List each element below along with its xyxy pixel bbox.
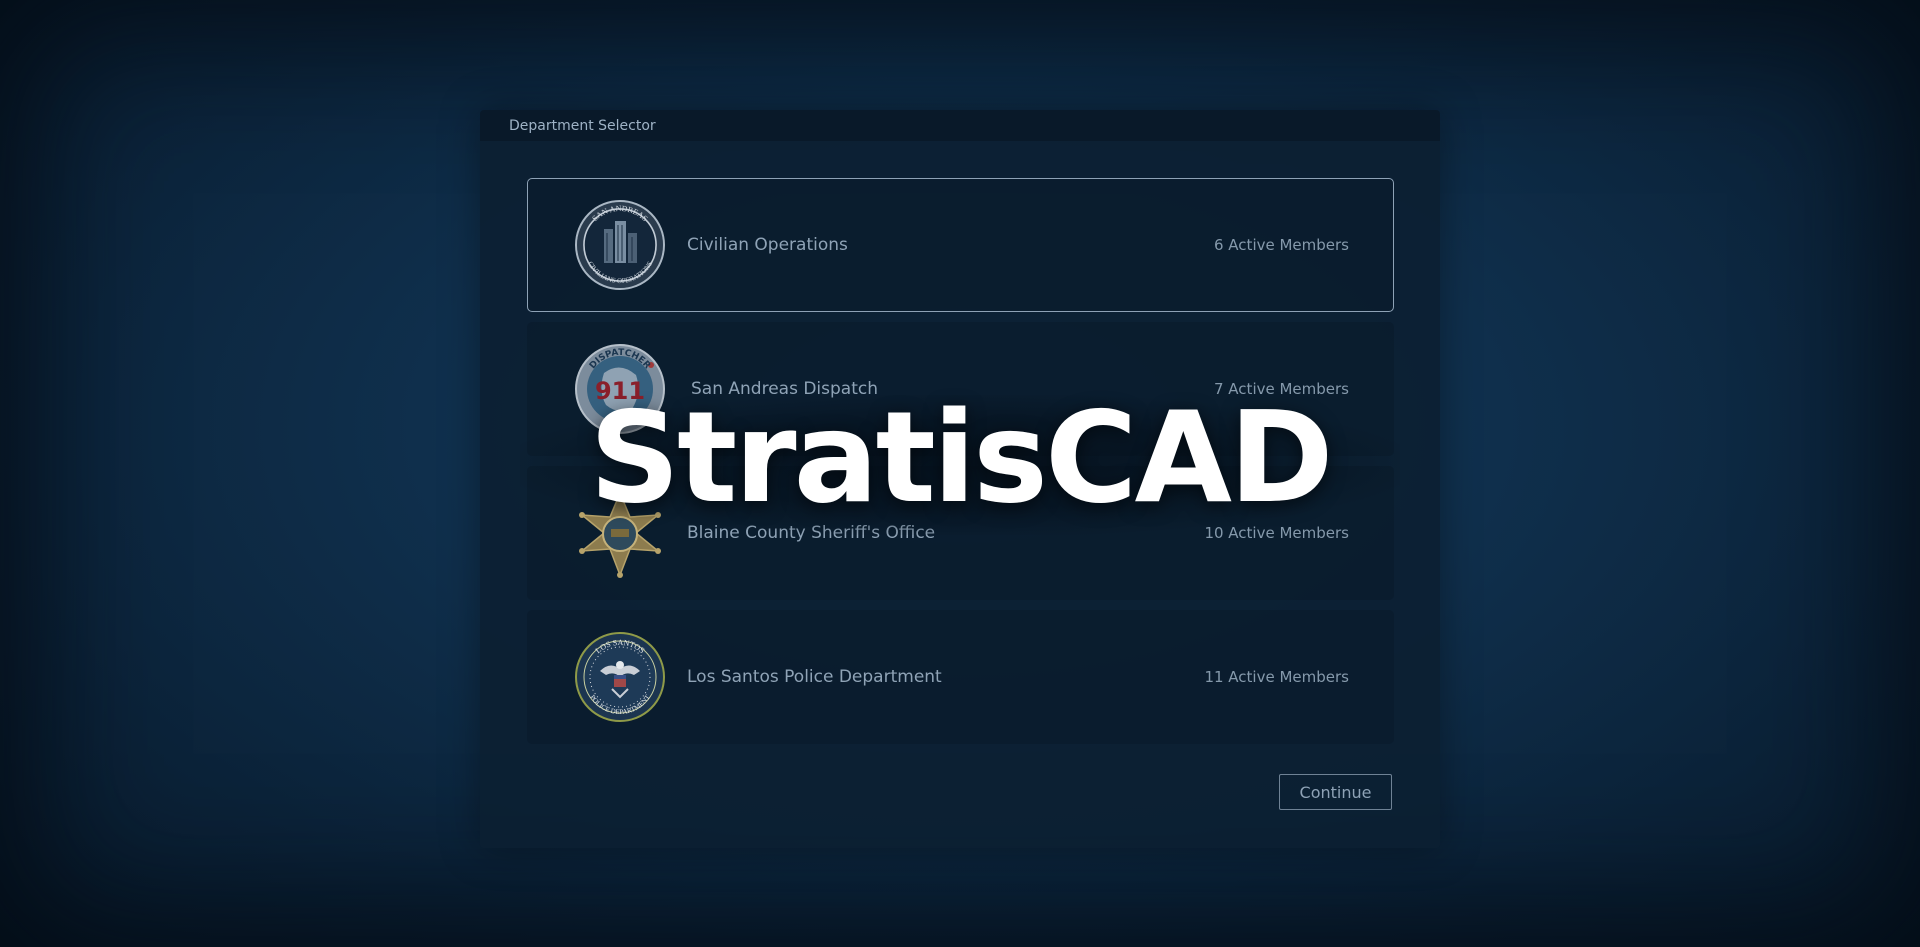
brand-logo-text: StratisCAD	[589, 384, 1333, 531]
panel-header: Department Selector	[480, 110, 1440, 141]
department-name: Los Santos Police Department	[687, 667, 942, 687]
department-card-civilian-operations[interactable]: SAN ANDREAS CIVILIANS OPERATIONS Civilia…	[527, 178, 1394, 312]
continue-button[interactable]: Continue	[1279, 774, 1392, 810]
department-card-los-santos-police-department[interactable]: LOS SANTOS POLICE DEPARTMENT Los Santos …	[527, 610, 1394, 744]
department-name: Civilian Operations	[687, 235, 848, 255]
civilian-operations-seal-icon: SAN ANDREAS CIVILIANS OPERATIONS	[575, 200, 665, 290]
department-member-count: 11 Active Members	[1204, 668, 1349, 686]
department-member-count: 6 Active Members	[1214, 236, 1349, 254]
panel-title: Department Selector	[509, 117, 656, 134]
police-department-seal-icon: LOS SANTOS POLICE DEPARTMENT	[575, 632, 665, 722]
